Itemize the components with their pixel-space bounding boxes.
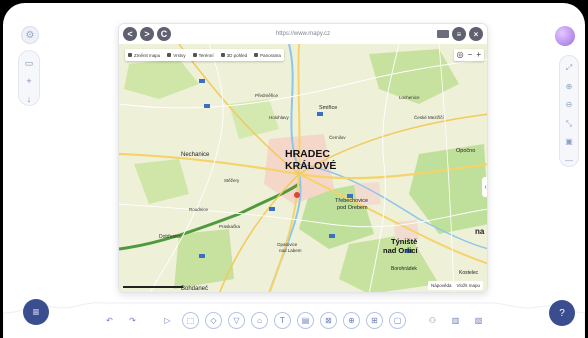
scale-bar [123, 286, 183, 288]
locate-icon[interactable]: ◎ [457, 51, 464, 59]
map-toolbar-label: Terénní [198, 52, 214, 58]
map-bottom-links: Nápověda Vložit mapu [427, 281, 483, 290]
text-icon[interactable]: T [274, 312, 291, 329]
label-dobrenice: Dobřenice [159, 234, 182, 240]
label-nechanice: Nechanice [181, 152, 210, 158]
panorama-icon [254, 53, 259, 57]
globe-icon[interactable]: ⊕ [343, 312, 360, 329]
select-icon[interactable]: ⬚ [182, 312, 199, 329]
zoom-out-button[interactable]: − [468, 51, 473, 59]
pen-icon[interactable]: ▽ [228, 312, 245, 329]
label-bohdanec: Bohdaneč [181, 286, 208, 292]
image-icon[interactable]: ⊠ [320, 312, 337, 329]
label-hradec: HRADEC [285, 148, 330, 160]
label-tyniste-1: Týniště [391, 237, 417, 246]
zoom-in-icon[interactable]: ⊕ [563, 82, 575, 93]
label-stezery: Stěžery [224, 178, 240, 183]
map-toolbar-label: Vrstvy [173, 52, 186, 58]
map-toolbar-label: Panorama [260, 52, 281, 58]
layers-icon [128, 53, 132, 57]
map-view[interactable]: HRADEC KRÁLOVÉ Nechanice Smiřice Opočno … [119, 44, 487, 292]
fit-icon[interactable]: ⤡ [563, 119, 575, 130]
pin-icon[interactable]: + [23, 75, 35, 87]
map-canvas: HRADEC KRÁLOVÉ Nechanice Smiřice Opočno … [119, 44, 487, 292]
label-opatovice-2: nad Labem [279, 248, 302, 253]
browser-actions: ≡ × [437, 27, 483, 41]
label-roudnice: Roudnice [189, 207, 209, 212]
shapes-icon[interactable]: ⌂ [251, 312, 268, 329]
eraser-icon[interactable]: ◇ [205, 312, 222, 329]
browser-window: < > C https://www.mapy.cz ≡ × HRADEC KRÁ… [118, 23, 488, 293]
zoom-in-button[interactable]: + [476, 51, 481, 59]
bookmark-icon[interactable]: ≡ [452, 27, 466, 41]
close-layers-icon [167, 53, 172, 57]
whiteboard-stage: ⚙ ▭ + ↓ ⤢ ⊕ ⊖ ⤡ ▣ — < > C https://www.ma… [3, 3, 585, 338]
url-field[interactable]: https://www.mapy.cz [119, 31, 487, 37]
label-opatovice-1: Opatovice [277, 242, 298, 247]
help-icon[interactable]: ? [549, 300, 575, 326]
label-kostelec: Kostelec [459, 270, 479, 276]
comment-icon[interactable]: ▢ [389, 312, 406, 329]
map-toolbar-item[interactable]: 3D pohled [220, 52, 248, 58]
label-trebechovice-1: Třebechovice [335, 198, 368, 204]
label-praskacka: Praskačka [219, 224, 241, 229]
zoom-out-icon[interactable]: ⊖ [563, 100, 575, 111]
label-opocno: Opočno [456, 148, 475, 154]
fullscreen-icon[interactable]: ⤢ [563, 63, 575, 74]
map-toolbar-item[interactable]: Změnit mapu [128, 53, 160, 58]
zoom-controls: ◎ − + [453, 49, 484, 61]
keyboard-icon[interactable] [437, 30, 449, 38]
map-toolbar-label: 3D pohled [226, 52, 248, 58]
label-predmerice: Předměřice [255, 93, 279, 98]
label-na: na [475, 227, 485, 236]
embed-link[interactable]: Vložit mapu [456, 283, 480, 288]
label-borohradek: Borohrádek [391, 266, 417, 272]
label-smirice: Smiřice [319, 105, 337, 111]
settings-icon[interactable]: ⚙ [21, 26, 39, 44]
camera-icon[interactable]: ▧ [470, 312, 487, 329]
chart-icon[interactable]: ⊞ [366, 312, 383, 329]
map-toolbar-item[interactable]: Vrstvy [167, 52, 186, 58]
map-toolbar-item[interactable]: Panorama [254, 53, 281, 58]
right-rail: ⤢ ⊕ ⊖ ⤡ ▣ — [559, 55, 579, 167]
label-ceske-mezirici: České Meziříčí [414, 114, 445, 120]
undo-icon[interactable]: ↶ [101, 312, 118, 329]
users-icon[interactable]: ⚇ [424, 312, 441, 329]
label-tyniste-2: nad Orlicí [383, 246, 419, 255]
left-rail: ▭ + ↓ [18, 50, 40, 106]
more-icon[interactable]: — [563, 156, 575, 167]
bottom-toolbar: ↶ ↷ ▷ ⬚ ◇ ▽ ⌂ T ▤ ⊠ ⊕ ⊞ ▢ ⚇ ▥ ▧ [101, 312, 487, 329]
frame-icon[interactable]: ▭ [23, 57, 35, 69]
arrow-down-icon[interactable]: ↓ [23, 93, 35, 105]
map-toolbar: Změnit mapu Vrstvy Terénní 3D pohled Pan… [125, 49, 284, 61]
label-trebechovice-2: pod Orebem [337, 205, 368, 211]
close-icon[interactable]: × [469, 27, 483, 41]
mountain-icon [192, 53, 197, 57]
label-kralove: KRÁLOVÉ [285, 159, 336, 172]
screen-icon[interactable]: ▣ [563, 137, 575, 148]
user-avatar[interactable] [555, 26, 575, 46]
menu-icon[interactable]: ≡ [23, 299, 49, 325]
label-lochenice: Lochenice [399, 95, 420, 100]
map-toolbar-item[interactable]: Terénní [192, 52, 214, 58]
table-icon[interactable]: ▤ [297, 312, 314, 329]
library-icon[interactable]: ▥ [447, 312, 464, 329]
chevron-left-icon[interactable]: ‹ [482, 177, 487, 197]
pointer-icon[interactable]: ▷ [159, 312, 176, 329]
map-toolbar-label: Změnit mapu [134, 52, 161, 58]
label-holohlavy: Holohlavy [269, 115, 290, 120]
browser-bar: < > C https://www.mapy.cz ≡ × [119, 24, 487, 44]
label-cernilov: Černilov [329, 134, 346, 140]
redo-icon[interactable]: ↷ [124, 312, 141, 329]
help-link[interactable]: Nápověda [431, 283, 452, 288]
cube-icon [220, 53, 225, 57]
